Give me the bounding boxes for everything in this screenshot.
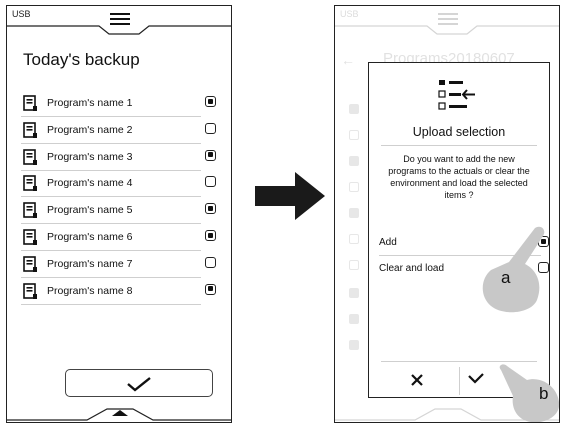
program-name: Program's name 7 (47, 257, 133, 270)
program-checkbox[interactable] (205, 230, 216, 241)
bottom-handle[interactable] (7, 402, 232, 422)
callout-b: b (539, 384, 549, 403)
triangle-up-icon (112, 410, 128, 416)
program-checkbox[interactable] (205, 176, 216, 188)
program-file-icon (23, 282, 37, 299)
program-row[interactable]: Program's name 3 (21, 144, 216, 171)
cancel-button[interactable] (379, 366, 457, 396)
program-checkbox[interactable] (205, 122, 216, 134)
hand-pointer-icon-a (482, 226, 545, 313)
program-row[interactable]: Program's name 2 (21, 117, 216, 144)
program-checkbox[interactable] (205, 149, 216, 161)
dialog-message: Do you want to add the new programs to t… (388, 154, 530, 200)
program-name: Program's name 1 (47, 97, 133, 109)
program-file-icon (23, 255, 37, 272)
program-row[interactable]: Program's name 8 (21, 278, 216, 305)
program-checkbox[interactable] (205, 283, 216, 295)
program-row[interactable]: Program's name 7 (21, 251, 216, 278)
page-title: Today's backup (23, 50, 140, 69)
checkmark-icon (127, 377, 151, 392)
program-row[interactable]: Program's name 4 (21, 170, 216, 198)
option-add-label: Add (379, 237, 397, 248)
dialog-title: Upload selection (412, 125, 506, 139)
confirm-button[interactable] (65, 369, 213, 397)
program-file-icon (23, 202, 37, 219)
option-clear-and-load-label: Clear and load (379, 263, 445, 274)
program-file-icon (23, 148, 37, 165)
program-name: Program's name 3 (47, 150, 133, 163)
program-name: Program's name 6 (47, 231, 133, 243)
callout-a: a (501, 268, 511, 287)
list-import-icon (438, 80, 475, 110)
program-checkbox[interactable] (205, 96, 216, 107)
right-arrow-icon (255, 172, 325, 220)
program-row[interactable]: Program's name 5 (21, 197, 216, 225)
x-icon (411, 374, 423, 386)
upload-selection-screen: USB ← Programs20180607 Upload selection … (334, 5, 560, 423)
program-checkbox[interactable] (205, 203, 216, 215)
backup-screen: USB Today's backup Program's name 1 Progr… (6, 5, 232, 423)
program-name: Program's name 5 (47, 204, 133, 217)
program-file-icon (23, 121, 37, 138)
hamburger-menu-icon[interactable] (109, 12, 131, 26)
program-name: Program's name 2 (47, 123, 133, 136)
program-file-icon (23, 175, 37, 192)
program-name: Program's name 8 (47, 284, 133, 297)
back-arrow-icon: ← (341, 52, 355, 68)
program-row[interactable]: Program's name 1 (21, 90, 216, 117)
program-file-icon (23, 229, 37, 245)
program-checkbox[interactable] (205, 256, 216, 268)
top-notch (335, 13, 559, 35)
program-row[interactable]: Program's name 6 (21, 224, 216, 251)
hand-pointer-icon-b (499, 364, 559, 422)
program-file-icon (23, 95, 37, 111)
program-name: Program's name 4 (47, 177, 133, 190)
